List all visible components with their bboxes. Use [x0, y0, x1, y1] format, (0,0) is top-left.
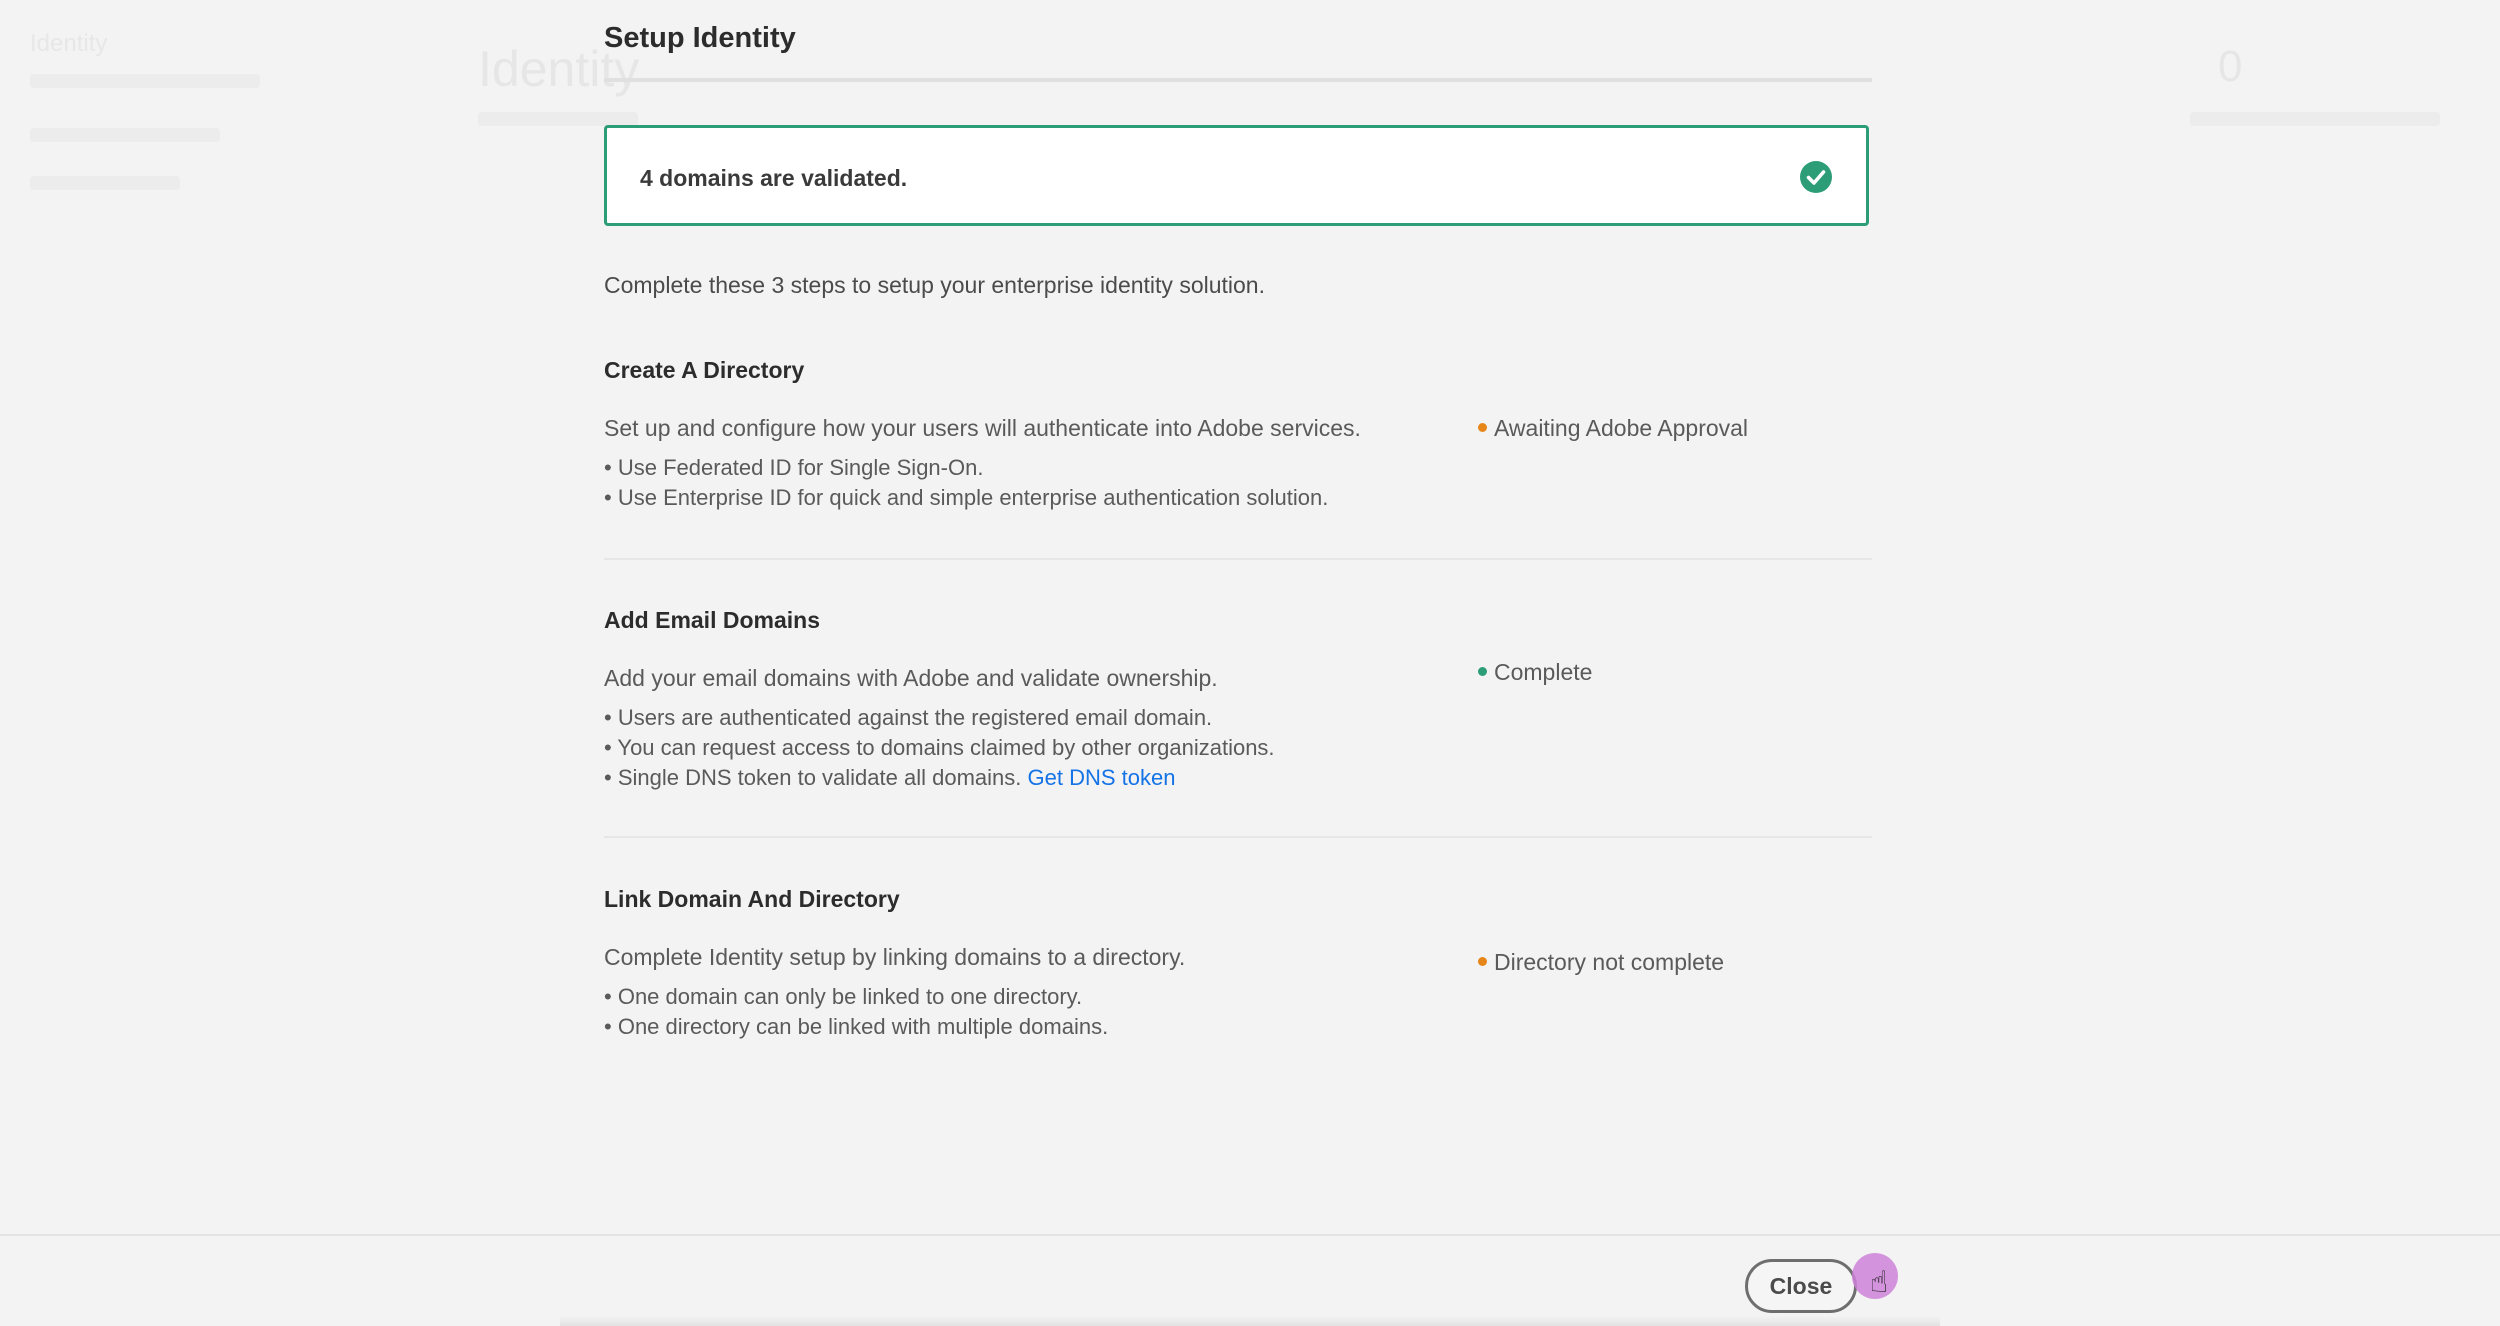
step-description: Set up and configure how your users will… — [604, 415, 1361, 441]
bullet-item: You can request access to domains claime… — [604, 733, 1274, 763]
bullet-item: Use Enterprise ID for quick and simple e… — [604, 483, 1328, 513]
get-dns-token-link[interactable]: Get DNS token — [1028, 765, 1176, 790]
background-subheading — [478, 112, 638, 126]
background-count-label — [2190, 112, 2440, 126]
close-button[interactable]: Close — [1745, 1259, 1857, 1313]
bullet-item: One directory can be linked with multipl… — [604, 1012, 1108, 1042]
step-divider — [604, 836, 1872, 838]
bullet-item: Single DNS token to validate all domains… — [604, 763, 1275, 793]
status-dot-icon — [1478, 957, 1487, 966]
step-status: Awaiting Adobe Approval — [1478, 415, 1748, 442]
step-description: Add your email domains with Adobe and va… — [604, 665, 1218, 691]
step-title: Add Email Domains — [604, 607, 820, 633]
status-label: Awaiting Adobe Approval — [1494, 415, 1749, 441]
status-label: Complete — [1494, 659, 1593, 685]
dialog-footer: Close ☝ — [0, 1234, 2500, 1326]
step-bullets: Users are authenticated against the regi… — [604, 703, 1275, 793]
background-count: 0 — [2218, 42, 2243, 91]
bullet-item: Use Federated ID for Single Sign-On. — [604, 453, 1328, 483]
step-title: Create A Directory — [604, 357, 805, 383]
dialog-title: Setup Identity — [604, 22, 796, 54]
step-bullets: Use Federated ID for Single Sign-On. Use… — [604, 453, 1328, 513]
title-divider — [604, 78, 1872, 82]
step-description: Complete Identity setup by linking domai… — [604, 944, 1186, 970]
bullet-text: Single DNS token to validate all domains… — [617, 765, 1022, 790]
background-nav-item — [30, 74, 260, 88]
status-dot-icon — [1478, 423, 1487, 432]
alert-message: 4 domains are validated. — [640, 165, 908, 191]
validation-alert: 4 domains are validated. — [604, 125, 1869, 226]
status-dot-icon — [1478, 667, 1487, 676]
hand-cursor-icon: ☝ — [1870, 1266, 1889, 1299]
bullet-item: One domain can only be linked to one dir… — [604, 982, 1108, 1012]
checkmark-circle-icon — [1800, 161, 1832, 193]
step-divider — [604, 558, 1872, 560]
step-status: Complete — [1478, 659, 1592, 686]
background-nav-item — [30, 128, 220, 142]
footer-shadow — [560, 1316, 1940, 1326]
step-status: Directory not complete — [1478, 949, 1724, 976]
background-app-title: Identity — [30, 30, 108, 57]
step-title: Link Domain And Directory — [604, 886, 900, 912]
status-label: Directory not complete — [1494, 949, 1725, 975]
bullet-item: Users are authenticated against the regi… — [604, 703, 1275, 733]
background-nav-item — [30, 176, 180, 190]
intro-text: Complete these 3 steps to setup your ent… — [604, 272, 1265, 298]
step-bullets: One domain can only be linked to one dir… — [604, 982, 1108, 1042]
